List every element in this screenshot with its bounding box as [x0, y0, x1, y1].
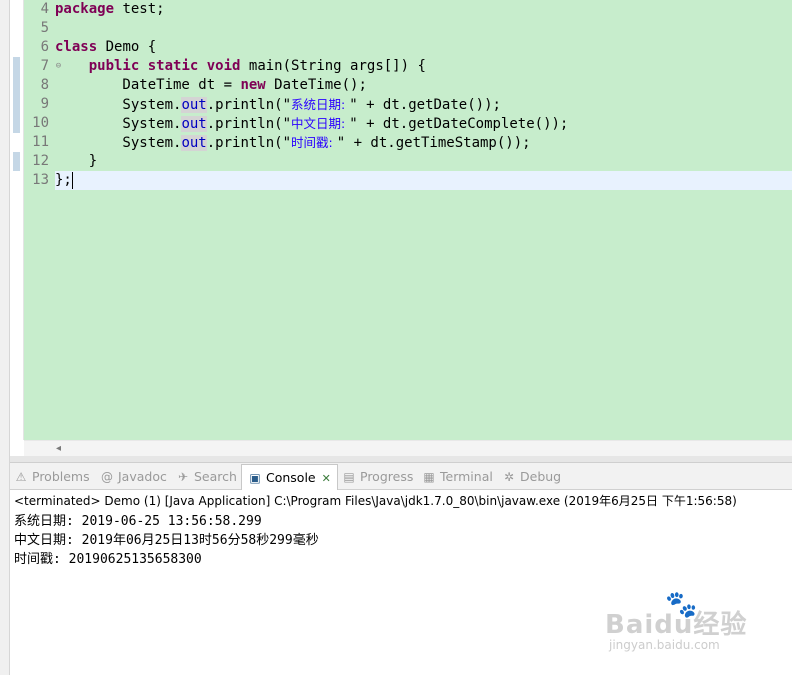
- code-line: }: [55, 152, 97, 171]
- line-number: 13: [32, 172, 49, 188]
- code-line: class Demo {: [55, 38, 156, 57]
- console-output-line[interactable]: 时间戳: 20190625135658300: [14, 550, 202, 569]
- change-marker: [13, 152, 20, 171]
- code-text: };: [55, 172, 72, 188]
- code-text: DateTime();: [265, 77, 367, 93]
- problems-icon: ⚠: [15, 470, 27, 484]
- tab-progress[interactable]: ▤ Progress: [342, 463, 413, 489]
- code-text: " + dt.getDate());: [349, 97, 501, 113]
- tab-label: Console: [266, 470, 316, 485]
- code-text: System.: [55, 135, 182, 151]
- tab-label: Progress: [360, 469, 414, 484]
- code-line: public static void main(String args[]) {: [55, 57, 426, 76]
- terminal-icon: ▦: [423, 470, 435, 484]
- console-output-line[interactable]: 系统日期: 2019-06-25 13:56:58.299: [14, 512, 262, 531]
- field-reference: out: [181, 97, 207, 113]
- code-text: test;: [114, 1, 165, 17]
- code-editor[interactable]: 4 5 6 7 8 9 10 11 12 13 ⊖ package test; …: [10, 0, 792, 440]
- horizontal-scrollbar[interactable]: ◂: [24, 440, 792, 456]
- left-window-border: [0, 0, 10, 675]
- line-number: 4: [40, 1, 49, 17]
- code-line: System.out.println("系统日期: " + dt.getDate…: [55, 95, 501, 114]
- tab-label: Javadoc: [118, 469, 167, 484]
- watermark-url: jingyan.baidu.com: [609, 638, 720, 652]
- keyword: class: [55, 39, 98, 55]
- tab-debug[interactable]: ✲ Debug: [502, 463, 561, 489]
- keyword: new: [240, 77, 266, 93]
- keyword: void: [206, 58, 241, 74]
- baidu-watermark: 🐾 Baidu经验 jingyan.baidu.com: [605, 590, 785, 660]
- line-number: 9: [40, 96, 49, 112]
- tab-console[interactable]: ▣ Console ✕: [241, 464, 338, 490]
- line-number: 6: [40, 39, 49, 55]
- line-number: 10: [32, 115, 49, 131]
- code-text: }: [55, 153, 98, 169]
- string-literal: 时间戳:: [291, 135, 337, 150]
- line-number: 7: [40, 58, 49, 74]
- code-text: Demo {: [97, 39, 157, 55]
- string-literal: 系统日期:: [291, 97, 350, 112]
- progress-icon: ▤: [343, 470, 355, 484]
- search-icon: ✈: [177, 470, 189, 484]
- code-text: main(String args[]) {: [240, 58, 426, 74]
- keyword: public: [88, 58, 140, 74]
- line-number-gutter: 4 5 6 7 8 9 10 11 12 13 ⊖: [24, 0, 61, 440]
- watermark-brand: Baidu经验: [605, 610, 748, 640]
- tab-label: Search: [194, 469, 237, 484]
- code-text: .println(": [206, 116, 292, 132]
- javadoc-icon: @: [101, 470, 113, 484]
- tab-terminal[interactable]: ▦ Terminal: [422, 463, 493, 489]
- keyword: static: [147, 58, 199, 74]
- code-text: .println(": [206, 97, 292, 113]
- tab-label: Problems: [32, 469, 90, 484]
- field-reference: out: [181, 116, 207, 132]
- console-status: <terminated> Demo (1) [Java Application]…: [14, 494, 737, 508]
- console-icon: ▣: [249, 471, 261, 485]
- close-icon[interactable]: ✕: [322, 472, 331, 485]
- tab-search[interactable]: ✈ Search: [176, 463, 237, 489]
- tab-javadoc[interactable]: @ Javadoc: [100, 463, 167, 489]
- code-line: System.out.println("时间戳: " + dt.getTimeS…: [55, 133, 531, 152]
- code-line: System.out.println("中文日期: " + dt.getDate…: [55, 114, 568, 133]
- line-number: 5: [40, 20, 49, 36]
- code-text: .println(": [206, 135, 292, 151]
- text-caret: [71, 171, 73, 189]
- code-text: " + dt.getTimeStamp());: [336, 135, 531, 151]
- code-line: };: [55, 171, 73, 190]
- code-text: DateTime dt =: [55, 77, 241, 93]
- debug-icon: ✲: [503, 470, 515, 484]
- view-tab-bar: ⚠ Problems @ Javadoc ✈ Search ▣ Console ✕ ▤ Pr…: [10, 463, 792, 490]
- field-reference: out: [181, 135, 207, 151]
- change-ruler: [10, 0, 24, 440]
- code-area[interactable]: package test; class Demo { public static…: [55, 0, 792, 440]
- tab-label: Terminal: [440, 469, 493, 484]
- code-line: DateTime dt = new DateTime();: [55, 76, 367, 95]
- scroll-left-icon[interactable]: ◂: [56, 441, 61, 456]
- string-literal: 中文日期:: [291, 116, 350, 131]
- console-output-line[interactable]: 中文日期: 2019年06月25日13时56分58秒299毫秒: [14, 531, 319, 550]
- line-number: 8: [40, 77, 49, 93]
- tab-problems[interactable]: ⚠ Problems: [14, 463, 90, 489]
- line-number: 12: [32, 153, 49, 169]
- line-number: 11: [32, 134, 49, 150]
- code-text: " + dt.getDateComplete());: [349, 116, 569, 132]
- code-text: System.: [55, 97, 182, 113]
- change-marker: [13, 57, 20, 133]
- code-line: package test;: [55, 0, 165, 19]
- tab-label: Debug: [520, 469, 562, 484]
- code-text: System.: [55, 116, 182, 132]
- keyword: package: [55, 1, 115, 17]
